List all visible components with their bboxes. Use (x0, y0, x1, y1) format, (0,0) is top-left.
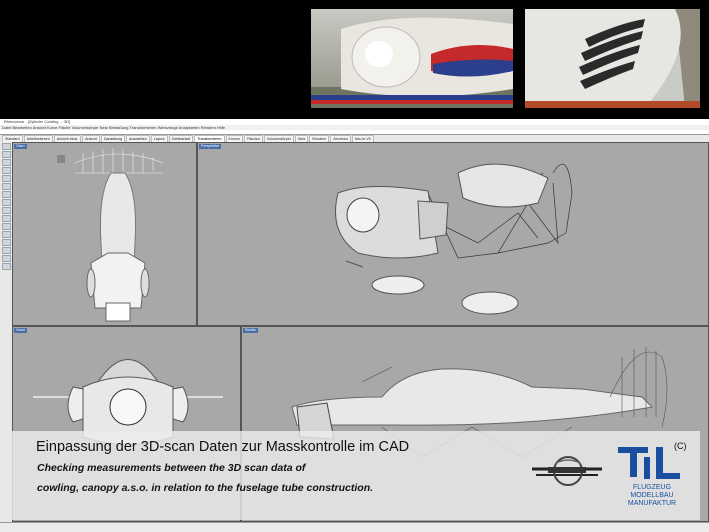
boolean-tool-icon[interactable] (1, 263, 11, 270)
cowling-photo (311, 9, 513, 108)
caption-title: Einpassung der 3D-scan Daten zur Masskon… (36, 439, 410, 455)
select-tool-icon[interactable] (1, 143, 11, 150)
viewport-label-top[interactable]: Oben (14, 144, 27, 149)
svg-text:MODELLBAU: MODELLBAU (630, 492, 673, 499)
air-vent-photo (525, 9, 700, 108)
svg-text:MANUFAKTUR: MANUFAKTUR (628, 500, 676, 507)
viewport-top[interactable]: Oben (12, 142, 197, 326)
viewport-perspective[interactable]: Perspektive (197, 142, 709, 326)
text-tool-icon[interactable] (1, 223, 11, 230)
viewport-label-perspective[interactable]: Perspektive (199, 144, 222, 149)
solid-tool-icon[interactable] (1, 239, 11, 246)
toolbar-tabs: Standard Arbeitsebenen Ansicht einst. An… (0, 135, 709, 143)
line-tool-icon[interactable] (1, 159, 11, 166)
status-bar (0, 522, 709, 532)
arc-tool-icon[interactable] (1, 191, 11, 198)
copyright-mark: (C) (674, 441, 687, 451)
caption-line-1: Checking measurements between the 3D sca… (37, 462, 306, 474)
viewport-label-front[interactable]: Vorne (14, 328, 28, 333)
polyline-tool-icon[interactable] (1, 167, 11, 174)
point-tool-icon[interactable] (1, 151, 11, 158)
surface-tool-icon[interactable] (1, 231, 11, 238)
biplane-club-logo (528, 449, 606, 487)
polygon-tool-icon[interactable] (1, 215, 11, 222)
circle-tool-icon[interactable] (1, 183, 11, 190)
svg-text:FLUGZEUG: FLUGZEUG (633, 484, 671, 491)
viewport-label-right[interactable]: Rechts (243, 328, 258, 333)
ellipse-tool-icon[interactable] (1, 199, 11, 206)
caption-panel: Einpassung der 3D-scan Daten zur Masskon… (12, 431, 700, 520)
transform-tool-icon[interactable] (1, 255, 11, 262)
perspective-view-model (335, 163, 573, 315)
curve-tool-icon[interactable] (1, 175, 11, 182)
rectangle-tool-icon[interactable] (1, 207, 11, 214)
top-view-model (57, 148, 164, 322)
mesh-tool-icon[interactable] (1, 247, 11, 254)
caption-line-2: cowling, canopy a.s.o. in relation to th… (37, 482, 374, 494)
